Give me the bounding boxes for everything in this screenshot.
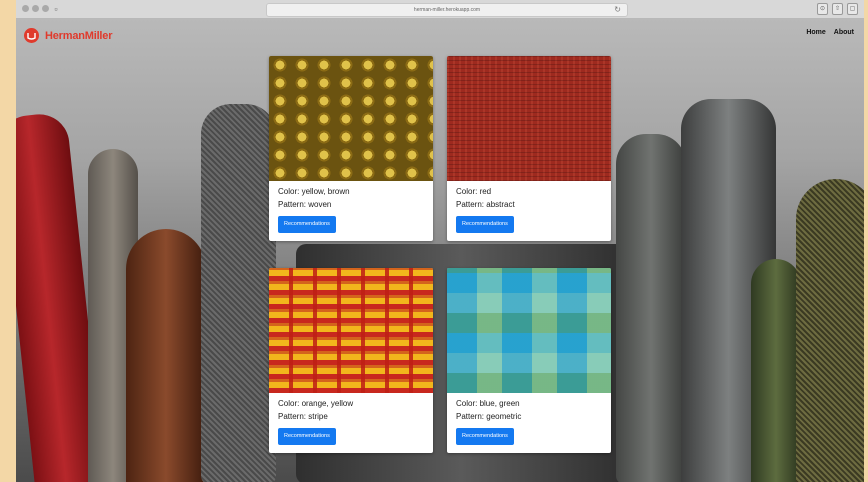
recommendations-button[interactable]: Recommendations xyxy=(278,216,336,233)
background-fabric-roll xyxy=(201,104,276,482)
minimize-window-icon[interactable] xyxy=(32,5,39,12)
recommendations-button[interactable]: Recommendations xyxy=(456,428,514,445)
product-color: Color: orange, yellow xyxy=(278,399,354,408)
fabric-swatch-image[interactable] xyxy=(269,56,433,181)
product-pattern: Pattern: stripe xyxy=(278,412,328,421)
window-controls[interactable] xyxy=(22,5,49,12)
product-pattern: Pattern: geometric xyxy=(456,412,522,421)
fabric-swatch-image[interactable] xyxy=(447,56,611,181)
nav-about-link[interactable]: About xyxy=(834,29,854,36)
maximize-window-icon[interactable] xyxy=(42,5,49,12)
browser-window: ▫ herman-miller.herokuapp.com ↻ ⊙ ⇧ ▢ He… xyxy=(16,0,864,482)
background-fabric-roll xyxy=(616,134,686,482)
url-text: herman-miller.herokuapp.com xyxy=(413,7,481,13)
product-card: Color: red Pattern: abstract Recommendat… xyxy=(447,56,611,241)
tabs-icon[interactable]: ▢ xyxy=(847,3,858,15)
background-fabric-roll xyxy=(751,259,801,482)
sidebar-toggle-icon[interactable]: ▫ xyxy=(50,4,62,14)
recommendations-button[interactable]: Recommendations xyxy=(278,428,336,445)
reload-icon[interactable]: ↻ xyxy=(614,4,621,16)
product-color: Color: blue, green xyxy=(456,399,520,408)
share-icon[interactable]: ⇧ xyxy=(832,3,843,15)
address-bar[interactable]: herman-miller.herokuapp.com ↻ xyxy=(266,3,628,17)
brand-name: HermanMiller xyxy=(45,29,113,42)
nav-home-link[interactable]: Home xyxy=(806,29,825,36)
product-card: Color: yellow, brown Pattern: woven Reco… xyxy=(269,56,433,241)
product-pattern: Pattern: woven xyxy=(278,200,332,209)
recommendations-button[interactable]: Recommendations xyxy=(456,216,514,233)
background-fabric-roll xyxy=(796,179,864,482)
close-window-icon[interactable] xyxy=(22,5,29,12)
page-content: HermanMiller Home About Color: yellow, b… xyxy=(16,19,864,482)
top-navigation: Home About xyxy=(806,29,854,36)
product-pattern: Pattern: abstract xyxy=(456,200,515,209)
fabric-swatch-image[interactable] xyxy=(447,268,611,393)
background-fabric-roll xyxy=(126,229,206,482)
product-card: Color: blue, green Pattern: geometric Re… xyxy=(447,268,611,453)
brand-logo[interactable]: HermanMiller xyxy=(24,28,112,43)
product-color: Color: red xyxy=(456,187,492,196)
fabric-swatch-image[interactable] xyxy=(269,268,433,393)
product-card: Color: orange, yellow Pattern: stripe Re… xyxy=(269,268,433,453)
product-color: Color: yellow, brown xyxy=(278,187,350,196)
herman-miller-logo-icon xyxy=(24,28,39,43)
download-icon[interactable]: ⊙ xyxy=(817,3,828,15)
browser-toolbar: ▫ herman-miller.herokuapp.com ↻ ⊙ ⇧ ▢ xyxy=(16,0,864,19)
browser-tools: ⊙ ⇧ ▢ xyxy=(817,3,858,15)
